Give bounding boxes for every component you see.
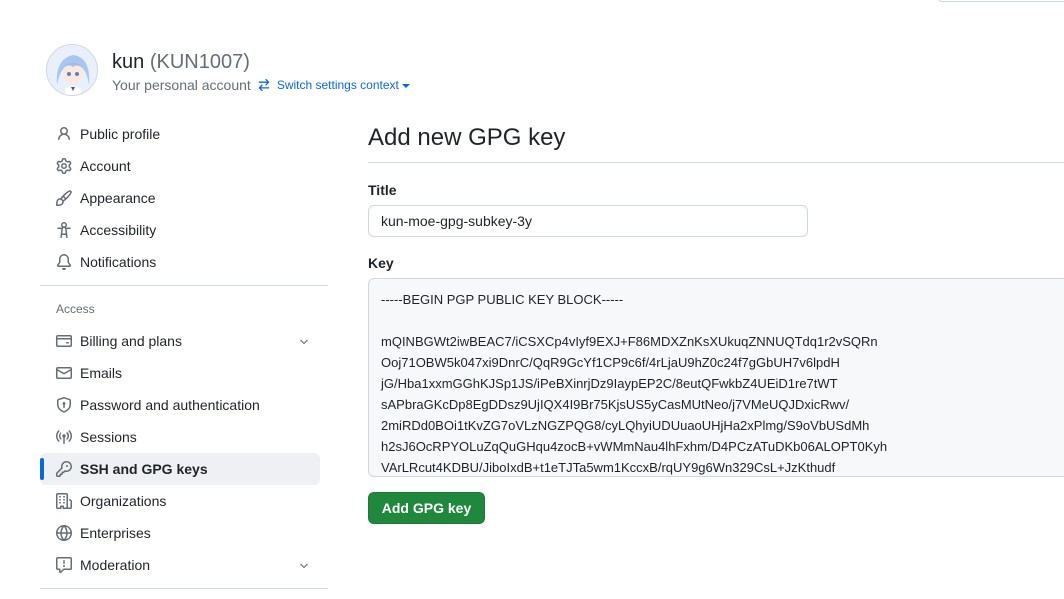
main-content: Add new GPG key Title Key -----BEGIN PGP…	[368, 120, 1064, 524]
key-line: h2sJ6OcRPYOLuZqQuGHqu4zocB+vWMmNau4lhFxh…	[381, 439, 888, 454]
mail-icon	[56, 365, 72, 381]
page-title: Add new GPG key	[368, 120, 1064, 163]
organization-icon	[56, 493, 72, 509]
bell-icon	[56, 254, 72, 270]
user-login: (KUN1007)	[149, 51, 250, 73]
key-line: 2miRDd0BOi1tKvZG7oVLzNGZPQG8/cyLQhyiUDUu…	[381, 418, 870, 433]
sidebar-item-sessions[interactable]: Sessions	[40, 421, 320, 453]
sidebar-item-label: Notifications	[80, 254, 157, 270]
key-line: jG/Hba1xxmGGhKJSp1JS/iPeBXinrjDz9IaypEP2…	[381, 376, 838, 391]
sidebar-divider	[40, 588, 328, 589]
chevron-down-icon	[298, 559, 310, 575]
settings-sidebar: Public profile Account Appearance Access…	[40, 118, 328, 596]
report-icon	[56, 557, 72, 573]
key-line: sAPbraGKcDp8EgDDsz9UjIQX4I9Br75KjsUS5yCa…	[381, 397, 850, 412]
avatar	[46, 44, 98, 96]
sidebar-item-billing[interactable]: Billing and plans	[40, 325, 320, 357]
sidebar-section-access: Access	[56, 302, 95, 316]
globe-icon	[56, 525, 72, 541]
paintbrush-icon	[56, 190, 72, 206]
sidebar-item-moderation[interactable]: Moderation	[40, 549, 320, 581]
chevron-down-icon	[298, 335, 310, 351]
sidebar-item-label: Sessions	[80, 429, 137, 445]
broadcast-icon	[56, 429, 72, 445]
key-line	[381, 310, 1064, 331]
key-field-label: Key	[368, 255, 394, 271]
sidebar-item-appearance[interactable]: Appearance	[40, 182, 320, 214]
switch-context-label: Switch settings context	[276, 78, 399, 92]
key-line: mQINBGWt2iwBEAC7/iCSXCp4vIyf9EXJ+F86MDXZ…	[381, 334, 878, 349]
sidebar-item-label: Appearance	[80, 190, 156, 206]
arrow-switch-icon	[258, 78, 270, 92]
sidebar-item-enterprises[interactable]: Enterprises	[40, 517, 320, 549]
add-gpg-key-button[interactable]: Add GPG key	[368, 492, 485, 524]
sidebar-item-password-auth[interactable]: Password and authentication	[40, 389, 320, 421]
sidebar-item-label: Emails	[80, 365, 123, 381]
person-icon	[56, 126, 72, 142]
key-line: VArLRcut4KDBU/JiboIxdB+t1eTJTa5wm1KccxB/…	[381, 460, 836, 475]
title-field-label: Title	[368, 182, 397, 198]
sidebar-item-account[interactable]: Account	[40, 150, 320, 182]
sidebar-item-label: Accessibility	[80, 222, 157, 238]
shield-lock-icon	[56, 397, 72, 413]
switch-context-link[interactable]: Switch settings context	[257, 78, 410, 92]
sidebar-item-label: Enterprises	[80, 525, 151, 541]
sidebar-item-public-profile[interactable]: Public profile	[40, 118, 320, 150]
accessibility-icon	[56, 222, 72, 238]
sidebar-item-ssh-gpg-keys[interactable]: SSH and GPG keys	[40, 453, 320, 485]
sidebar-item-label: Account	[80, 158, 131, 174]
key-textarea[interactable]: -----BEGIN PGP PUBLIC KEY BLOCK----- mQI…	[368, 278, 1064, 477]
sidebar-item-label: Billing and plans	[80, 333, 182, 349]
sidebar-item-emails[interactable]: Emails	[40, 357, 320, 389]
title-input[interactable]	[368, 205, 808, 237]
sidebar-item-label: SSH and GPG keys	[80, 461, 208, 477]
sidebar-item-label: Password and authentication	[80, 397, 260, 413]
key-icon	[56, 461, 72, 477]
sidebar-item-label: Public profile	[80, 126, 161, 142]
key-line: Ooj71OBW5k047xi9DnrC/QqR9GcYf1CP9c6f/4rL…	[381, 355, 840, 370]
sidebar-item-label: Organizations	[80, 493, 167, 509]
sidebar-divider	[40, 285, 328, 286]
user-name: kun	[112, 51, 145, 73]
account-header: kun (KUN1007) Your personal account Swit…	[46, 44, 410, 96]
sidebar-item-label: Moderation	[80, 557, 151, 573]
sidebar-item-notifications[interactable]: Notifications	[40, 246, 320, 278]
caret-down-icon	[401, 84, 410, 88]
top-search-edge	[938, 0, 1064, 2]
account-subtitle: Your personal account	[112, 77, 251, 93]
sidebar-item-accessibility[interactable]: Accessibility	[40, 214, 320, 246]
credit-card-icon	[56, 333, 72, 349]
gear-icon	[56, 158, 72, 174]
sidebar-item-organizations[interactable]: Organizations	[40, 485, 320, 517]
key-line: -----BEGIN PGP PUBLIC KEY BLOCK-----	[381, 292, 624, 307]
